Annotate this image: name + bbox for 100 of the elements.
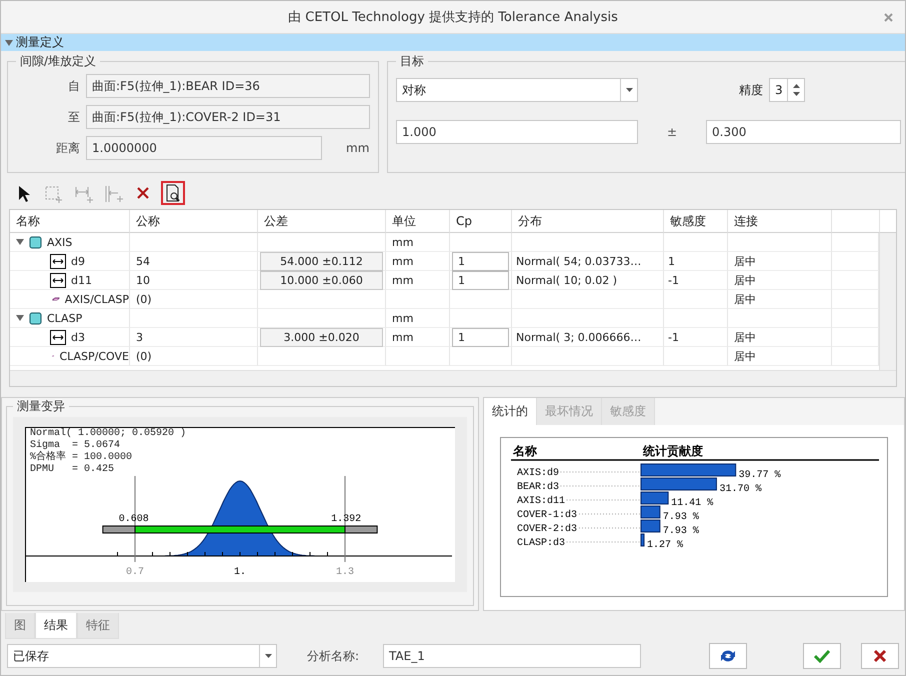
precision-label: 精度 — [739, 82, 763, 98]
dropdown-arrow-icon — [626, 88, 632, 92]
bottom-tab[interactable]: 结果 — [35, 613, 77, 639]
tree-item-label[interactable]: d3 — [71, 330, 85, 344]
category-label: COVER-2:d3 — [517, 524, 578, 535]
tree-item-label[interactable]: CLASP/COVE — [59, 350, 129, 362]
tree-item-label[interactable]: AXIS — [47, 236, 72, 248]
readonly-field[interactable]: 1.0000000 — [86, 136, 322, 160]
nominal-input[interactable]: 1.000 — [396, 120, 638, 144]
cancel-button[interactable] — [861, 643, 899, 669]
header-cell — [832, 210, 880, 233]
readonly-field[interactable]: 曲面:F5(拉伸_1):COVER-2 ID=31 — [86, 105, 370, 129]
unit-value: mm — [386, 252, 450, 271]
unit-label: mm — [346, 141, 370, 155]
table-cell — [664, 309, 728, 328]
unit-value: mm — [386, 271, 450, 290]
connection-value: 居中 — [728, 271, 832, 290]
tolerance-field[interactable]: 3.000 ±0.020 — [260, 328, 383, 346]
column-header[interactable]: 敏感度 — [664, 210, 728, 233]
sensitivity-value: -1 — [664, 271, 728, 290]
lower-value-label: 0.608 — [118, 514, 149, 525]
statistics-line: Sigma = 5.0674 — [29, 440, 122, 451]
column-header[interactable]: 公差 — [258, 210, 386, 233]
column-header[interactable]: 分布 — [512, 210, 664, 233]
column-header[interactable]: 连接 — [728, 210, 832, 233]
plus-minus-sign: ± — [666, 125, 678, 139]
bar-value-label: 7.93 % — [662, 526, 699, 537]
spinner-arrows-icon — [792, 83, 800, 97]
sensitivity-value: 1 — [664, 252, 728, 271]
cp-input[interactable]: 1 — [452, 328, 509, 346]
contribution-bar — [640, 506, 660, 518]
connection-value: 居中 — [728, 252, 832, 271]
type-dropdown[interactable]: 对称 — [396, 78, 638, 102]
bar-value-label: 11.41 % — [671, 498, 714, 509]
connection-value: 居中 — [728, 347, 832, 366]
close-icon[interactable] — [884, 13, 893, 22]
refresh-icon — [719, 648, 737, 664]
bottom-tab[interactable]: 特征 — [77, 613, 119, 639]
result-tab[interactable]: 统计的 — [484, 398, 537, 425]
vertical-scrollbar[interactable] — [879, 233, 896, 370]
category-label: CLASP:d3 — [517, 538, 566, 549]
group-title: 目标 — [399, 53, 425, 70]
expand-arrow-icon[interactable] — [16, 314, 24, 322]
category-label: AXIS:d9 — [517, 468, 560, 479]
refresh-button[interactable] — [709, 643, 747, 669]
horizontal-scrollbar[interactable] — [10, 370, 896, 386]
chart-column-header: 统计贡献度 — [643, 444, 703, 458]
distribution-value: Normal( 3; 0.006666… — [512, 328, 664, 347]
expand-arrow-icon[interactable] — [5, 38, 13, 46]
expand-arrow-icon[interactable] — [16, 238, 24, 246]
unit-value: mm — [386, 328, 450, 347]
chart-column-header: 名称 — [513, 444, 537, 458]
readonly-field[interactable]: 曲面:F5(拉伸_1):BEAR ID=36 — [86, 74, 370, 98]
analysis-name-input[interactable]: TAE_1 — [383, 644, 641, 668]
unit-value: mm — [386, 233, 450, 252]
table-cell — [386, 290, 450, 309]
dimension-icon — [50, 272, 66, 288]
nominal-value: (0) — [130, 347, 258, 366]
baseline-add-icon — [103, 183, 123, 203]
tolerance-field[interactable]: 54.000 ±0.112 — [260, 252, 383, 270]
column-header[interactable]: 公称 — [130, 210, 258, 233]
cube-icon — [29, 312, 42, 324]
cp-input[interactable]: 1 — [452, 270, 509, 290]
axis-tick-label: 0.7 — [126, 567, 144, 578]
axis-tick-label: 1.3 — [336, 567, 354, 578]
cube-icon — [29, 236, 42, 248]
distribution-value: Normal( 10; 0.02 ) — [512, 271, 664, 290]
bar-value-label: 39.77 % — [738, 470, 781, 481]
close-icon — [873, 649, 887, 663]
tolerance-field[interactable]: 10.000 ±0.060 — [260, 270, 383, 290]
tree-item-label[interactable]: CLASP — [47, 312, 82, 324]
bar-value-label: 1.27 % — [647, 540, 684, 551]
field-label: 距离 — [55, 140, 80, 156]
nominal-value: 10 — [130, 271, 258, 290]
table-cell — [386, 347, 450, 366]
cp-input[interactable]: 1 — [452, 252, 509, 270]
tolerance-input[interactable]: 0.300 — [706, 120, 901, 144]
tree-item-label[interactable]: d9 — [71, 254, 85, 268]
statistics-line: DPMU = 0.425 — [29, 464, 116, 476]
precision-spinner[interactable]: 3 — [769, 78, 805, 102]
ok-button[interactable] — [803, 643, 841, 669]
bottom-tab[interactable]: 图 — [5, 613, 35, 639]
search-document-button[interactable] — [161, 181, 185, 205]
column-header[interactable]: 单位 — [386, 210, 450, 233]
dropdown-arrow-icon — [264, 654, 272, 658]
column-header[interactable]: Cp — [450, 210, 512, 233]
column-header[interactable]: 名称 — [10, 210, 130, 233]
unit-value: mm — [386, 309, 450, 328]
field-label: 自 — [67, 78, 80, 94]
statistics-line: Normal( 1.00000; 0.05920 ) — [29, 428, 188, 440]
field-label: 至 — [67, 108, 80, 126]
status-dropdown[interactable]: 已保存 — [7, 644, 277, 668]
section-header[interactable]: 测量定义 — [1, 34, 905, 51]
connection-value: 居中 — [728, 290, 832, 309]
category-label: COVER-1:d3 — [517, 510, 578, 521]
table-cell — [664, 347, 728, 366]
statistics-line: %合格率 = 100.0000 — [29, 452, 134, 464]
tree-item-label[interactable]: AXIS/CLASP — [64, 292, 129, 306]
tree-item-label[interactable]: d11 — [71, 274, 92, 286]
connection-value: 居中 — [728, 328, 832, 347]
